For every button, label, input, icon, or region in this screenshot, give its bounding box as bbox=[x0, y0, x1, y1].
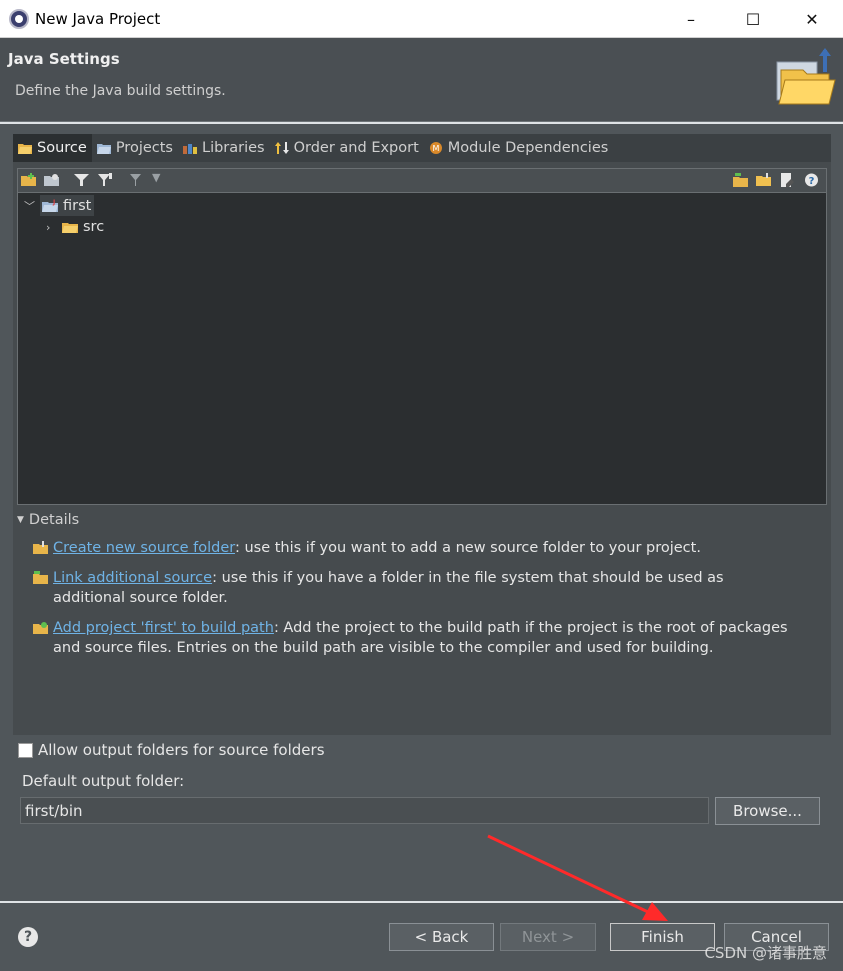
watermark: CSDN @诸事胜意 bbox=[704, 944, 827, 962]
annotation-arrow-line bbox=[487, 834, 649, 914]
annotation-arrow bbox=[487, 834, 668, 921]
